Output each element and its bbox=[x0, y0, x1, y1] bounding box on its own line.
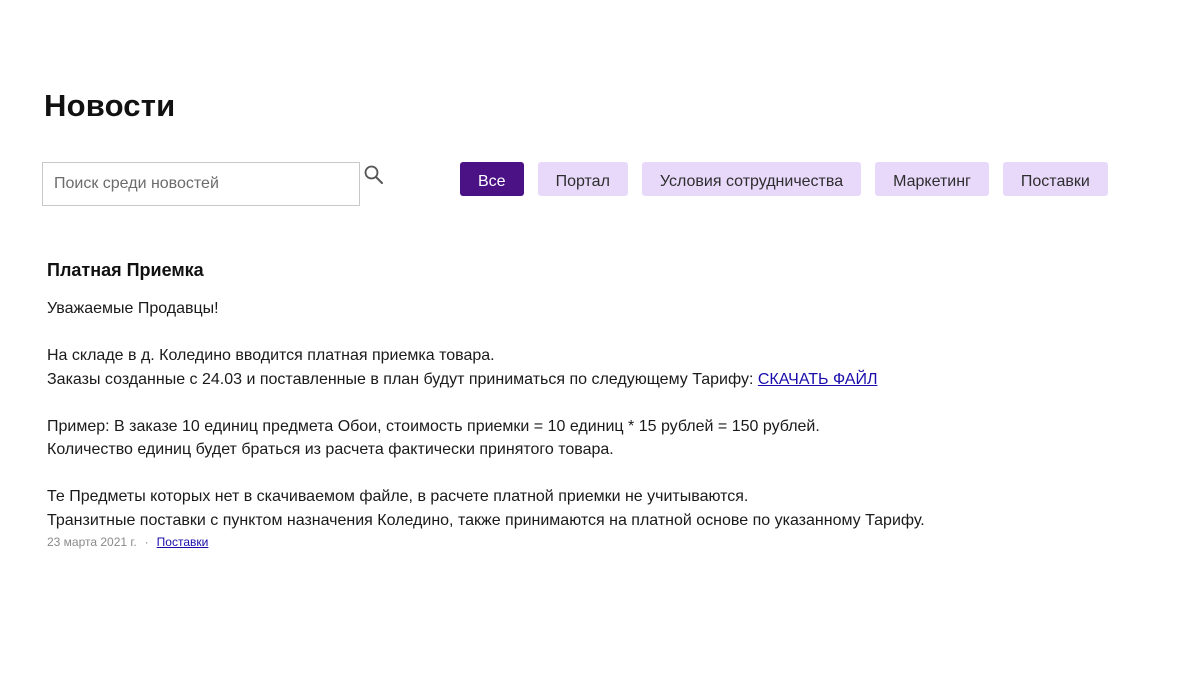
download-file-link[interactable]: СКАЧАТЬ ФАЙЛ bbox=[758, 371, 878, 388]
article-text-line: На складе в д. Коледино вводится платная… bbox=[47, 347, 495, 364]
article-text-line: Количество единиц будет браться из расче… bbox=[47, 441, 614, 458]
search-icon[interactable] bbox=[362, 163, 386, 187]
search-input[interactable] bbox=[43, 163, 359, 205]
meta-separator: · bbox=[144, 535, 149, 549]
article-date: 23 марта 2021 г. bbox=[47, 535, 137, 549]
filter-portal-button[interactable]: Портал bbox=[537, 162, 628, 196]
article-title: Платная Приемка bbox=[47, 260, 204, 280]
filter-cooperation-terms-button[interactable]: Условия сотрудничества bbox=[641, 162, 862, 196]
news-article: Платная Приемка Уважаемые Продавцы! На с… bbox=[47, 258, 1147, 549]
filter-marketing-button[interactable]: Маркетинг bbox=[875, 162, 989, 196]
article-text-line: Транзитные поставки с пунктом назначения… bbox=[47, 511, 925, 529]
filter-all-button[interactable]: Все bbox=[460, 162, 524, 196]
page-title: Новости bbox=[44, 88, 176, 123]
article-text-line: Пример: В заказе 10 единиц предмета Обои… bbox=[47, 417, 820, 435]
article-body: Уважаемые Продавцы! На складе в д. Колед… bbox=[47, 297, 1147, 532]
news-page: Новости Все Портал Условия сотрудничеств… bbox=[0, 0, 1200, 675]
filter-supplies-button[interactable]: Поставки bbox=[1002, 162, 1108, 196]
article-category-link[interactable]: Поставки bbox=[157, 535, 209, 549]
category-filters: Все Портал Условия сотрудничества Маркет… bbox=[460, 162, 1108, 196]
article-paragraph-2: Пример: В заказе 10 единиц предмета Обои… bbox=[47, 415, 1147, 462]
search-box bbox=[42, 162, 360, 206]
article-text-line: Те Предметы которых нет в скачиваемом фа… bbox=[47, 488, 749, 505]
article-text-line-with-link: Заказы созданные с 24.03 и поставленные … bbox=[47, 368, 1147, 392]
article-paragraph-1: На складе в д. Коледино вводится платная… bbox=[47, 344, 1147, 391]
article-paragraph-3: Те Предметы которых нет в скачиваемом фа… bbox=[47, 485, 1147, 532]
article-greeting: Уважаемые Продавцы! bbox=[47, 300, 219, 317]
article-meta: 23 марта 2021 г. · Поставки bbox=[47, 535, 1147, 549]
article-text-line: Заказы созданные с 24.03 и поставленные … bbox=[47, 370, 754, 388]
